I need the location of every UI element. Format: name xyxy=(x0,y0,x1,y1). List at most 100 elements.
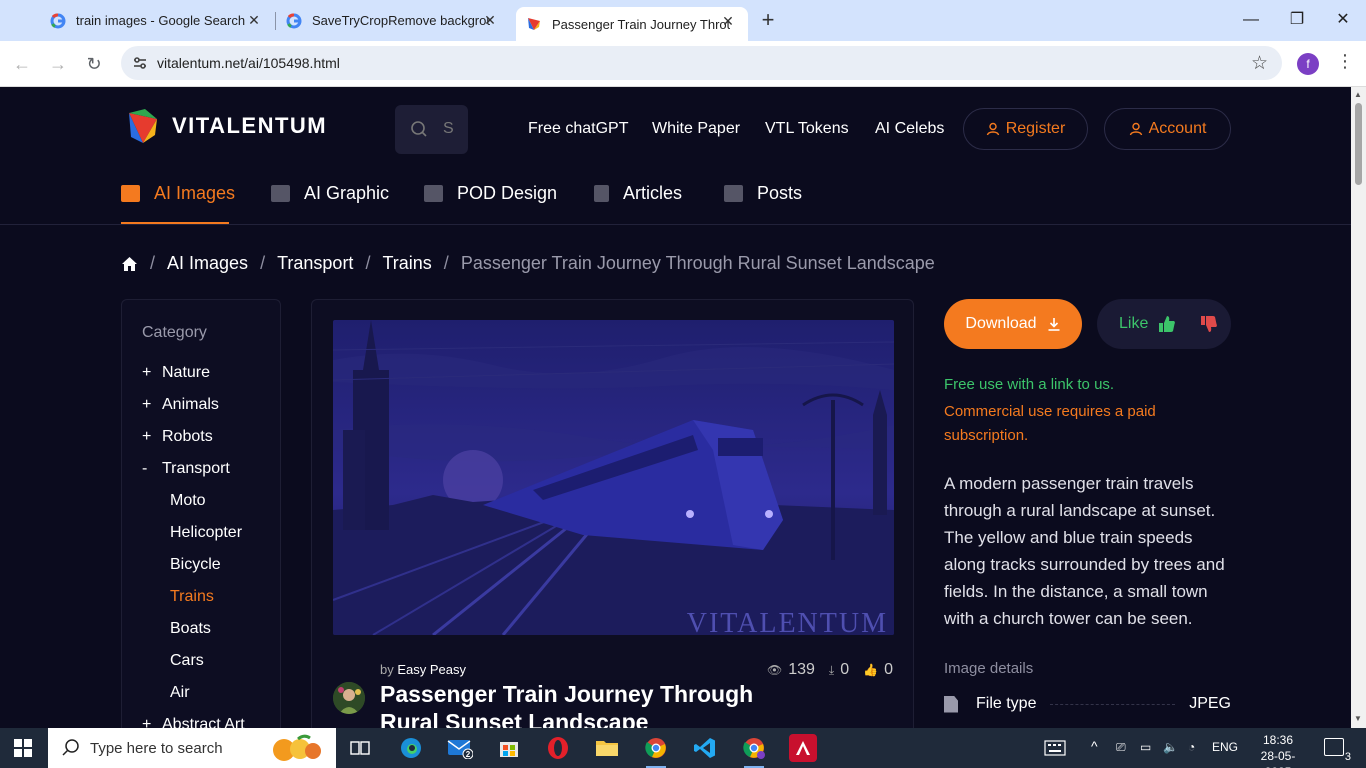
back-icon[interactable]: ← xyxy=(10,52,34,76)
page-scrollbar[interactable]: ▲ ▼ xyxy=(1351,87,1366,728)
profile-avatar[interactable]: f xyxy=(1297,53,1319,75)
site-search-box[interactable]: S xyxy=(395,105,468,154)
subcategory-cars[interactable]: Cars xyxy=(170,652,204,670)
expand-icon[interactable]: + xyxy=(142,716,162,728)
task-view-icon[interactable] xyxy=(346,734,374,762)
download-button[interactable]: Download xyxy=(944,299,1082,349)
close-tab-icon[interactable]: ✕ xyxy=(720,13,736,29)
expand-icon[interactable]: + xyxy=(142,428,162,446)
tab-google-search[interactable]: train images - Google Search ✕ xyxy=(16,0,274,41)
site-logo[interactable]: VITALENTUM xyxy=(125,107,327,145)
category-nature[interactable]: + Nature xyxy=(142,364,210,382)
image-icon xyxy=(271,185,290,202)
subcategory-boats[interactable]: Boats xyxy=(170,620,211,638)
nav-white-paper[interactable]: White Paper xyxy=(652,120,740,138)
subnav-posts[interactable]: Posts xyxy=(724,183,802,204)
account-button[interactable]: Account xyxy=(1104,108,1231,150)
chrome-icon[interactable] xyxy=(642,734,670,768)
volume-icon[interactable]: 🔈 xyxy=(1163,740,1178,754)
breadcrumb-trains[interactable]: Trains xyxy=(382,253,431,274)
chrome-profile-icon[interactable] xyxy=(740,734,768,768)
subcategory-moto[interactable]: Moto xyxy=(170,492,206,510)
license-free-text: Free use with a link to us. xyxy=(944,376,1115,393)
close-tab-icon[interactable]: ✕ xyxy=(482,12,498,28)
file-type-value: JPEG xyxy=(1189,695,1231,712)
breadcrumb-current: Passenger Train Journey Through Rural Su… xyxy=(460,253,935,273)
windows-start-icon[interactable] xyxy=(14,739,32,757)
nav-vtl-tokens[interactable]: VTL Tokens xyxy=(765,120,849,138)
windows-taskbar: Type here to search 2 ^ ⎚ ▭ 🔈 ◔ ENG 18:3… xyxy=(0,728,1366,768)
category-abstract-art[interactable]: + Abstract Art xyxy=(142,716,245,728)
expand-icon[interactable]: + xyxy=(142,396,162,414)
taskbar-clock[interactable]: 18:36 28-05-2025 xyxy=(1249,732,1307,768)
subcategory-trains[interactable]: Trains xyxy=(170,588,214,606)
clock-date: 28-05-2025 xyxy=(1260,749,1296,768)
address-bar[interactable]: vitalentum.net/ai/105498.html ☆ xyxy=(121,46,1282,80)
opera-icon[interactable] xyxy=(544,734,572,762)
tab-vitalentum[interactable]: Passenger Train Journey Throug ✕ xyxy=(516,7,748,41)
edge-icon[interactable] xyxy=(397,734,425,762)
category-transport[interactable]: - Transport xyxy=(142,460,230,478)
train-image[interactable]: VITALENTUM xyxy=(333,320,894,635)
battery-icon[interactable]: ▭ xyxy=(1140,740,1151,754)
tray-expand-icon[interactable]: ^ xyxy=(1091,738,1098,754)
author-avatar[interactable] xyxy=(333,682,365,714)
tab-google-crop[interactable]: SaveTryCropRemove backgroun ✕ xyxy=(252,0,510,41)
category-label: Robots xyxy=(162,428,213,445)
taskbar-search[interactable]: Type here to search xyxy=(48,728,336,768)
tab-title: SaveTryCropRemove backgroun xyxy=(312,13,490,28)
file-icon xyxy=(944,695,958,713)
subnav-ai-graphic[interactable]: AI Graphic xyxy=(271,183,389,204)
scroll-down-icon[interactable]: ▼ xyxy=(1354,714,1362,723)
user-icon xyxy=(1129,122,1142,136)
forward-icon[interactable]: → xyxy=(46,52,70,76)
subcategory-bicycle[interactable]: Bicycle xyxy=(170,556,221,574)
breadcrumb-transport[interactable]: Transport xyxy=(277,253,353,274)
subnav-ai-images[interactable]: AI Images xyxy=(121,183,235,204)
register-button[interactable]: Register xyxy=(963,108,1088,150)
reload-icon[interactable]: ↻ xyxy=(82,52,106,76)
new-tab-icon[interactable]: + xyxy=(757,9,779,31)
language-indicator[interactable]: ENG xyxy=(1212,740,1238,754)
keyboard-icon[interactable] xyxy=(1044,740,1066,756)
google-icon xyxy=(50,13,66,29)
notifications-icon[interactable]: 3 xyxy=(1324,738,1351,763)
file-explorer-icon[interactable] xyxy=(593,734,621,762)
category-robots[interactable]: + Robots xyxy=(142,428,213,446)
subnav-pod-design[interactable]: POD Design xyxy=(424,183,557,204)
account-label: Account xyxy=(1148,120,1207,137)
category-animals[interactable]: + Animals xyxy=(142,396,219,414)
taskbar-search-placeholder: Type here to search xyxy=(90,739,223,757)
store-icon[interactable] xyxy=(495,734,523,762)
license-commercial-text: Commercial use requires a paid subscript… xyxy=(944,403,1156,444)
collapse-icon[interactable]: - xyxy=(142,460,162,478)
subcategory-air[interactable]: Air xyxy=(170,684,190,702)
thumbs-up-icon[interactable] xyxy=(1158,315,1176,333)
wifi-icon[interactable]: ◔ xyxy=(1188,740,1195,754)
mail-icon[interactable]: 2 xyxy=(446,734,474,762)
scroll-up-icon[interactable]: ▲ xyxy=(1354,90,1362,99)
meet-now-icon[interactable]: ⎚ xyxy=(1116,740,1126,755)
breadcrumb-ai-images[interactable]: AI Images xyxy=(167,253,248,274)
home-icon[interactable] xyxy=(121,256,138,272)
author-name[interactable]: Easy Peasy xyxy=(397,662,466,677)
expand-icon[interactable]: + xyxy=(142,364,162,382)
browser-menu-icon[interactable]: ⋮ xyxy=(1336,51,1354,72)
scrollbar-thumb[interactable] xyxy=(1355,103,1362,185)
acrobat-icon[interactable] xyxy=(789,734,817,762)
downloads-count: 0 xyxy=(840,661,850,678)
site-settings-icon[interactable] xyxy=(131,54,149,72)
nav-ai-celebs[interactable]: AI Celebs xyxy=(875,120,944,138)
subnav-articles[interactable]: Articles xyxy=(594,183,682,204)
nav-free-chatgpt[interactable]: Free chatGPT xyxy=(528,120,628,138)
close-window-icon[interactable]: ✕ xyxy=(1332,9,1354,31)
vscode-icon[interactable] xyxy=(691,734,719,762)
thumbs-down-icon[interactable] xyxy=(1200,315,1218,333)
restore-icon[interactable]: ❐ xyxy=(1286,9,1308,31)
category-label: Abstract Art xyxy=(162,716,245,728)
subcategory-helicopter[interactable]: Helicopter xyxy=(170,524,242,542)
minimize-icon[interactable]: — xyxy=(1240,9,1262,31)
bookmark-star-icon[interactable]: ☆ xyxy=(1251,52,1268,75)
subnav-label: Posts xyxy=(757,183,803,203)
thumbs-up-icon: 👍 xyxy=(863,663,879,677)
